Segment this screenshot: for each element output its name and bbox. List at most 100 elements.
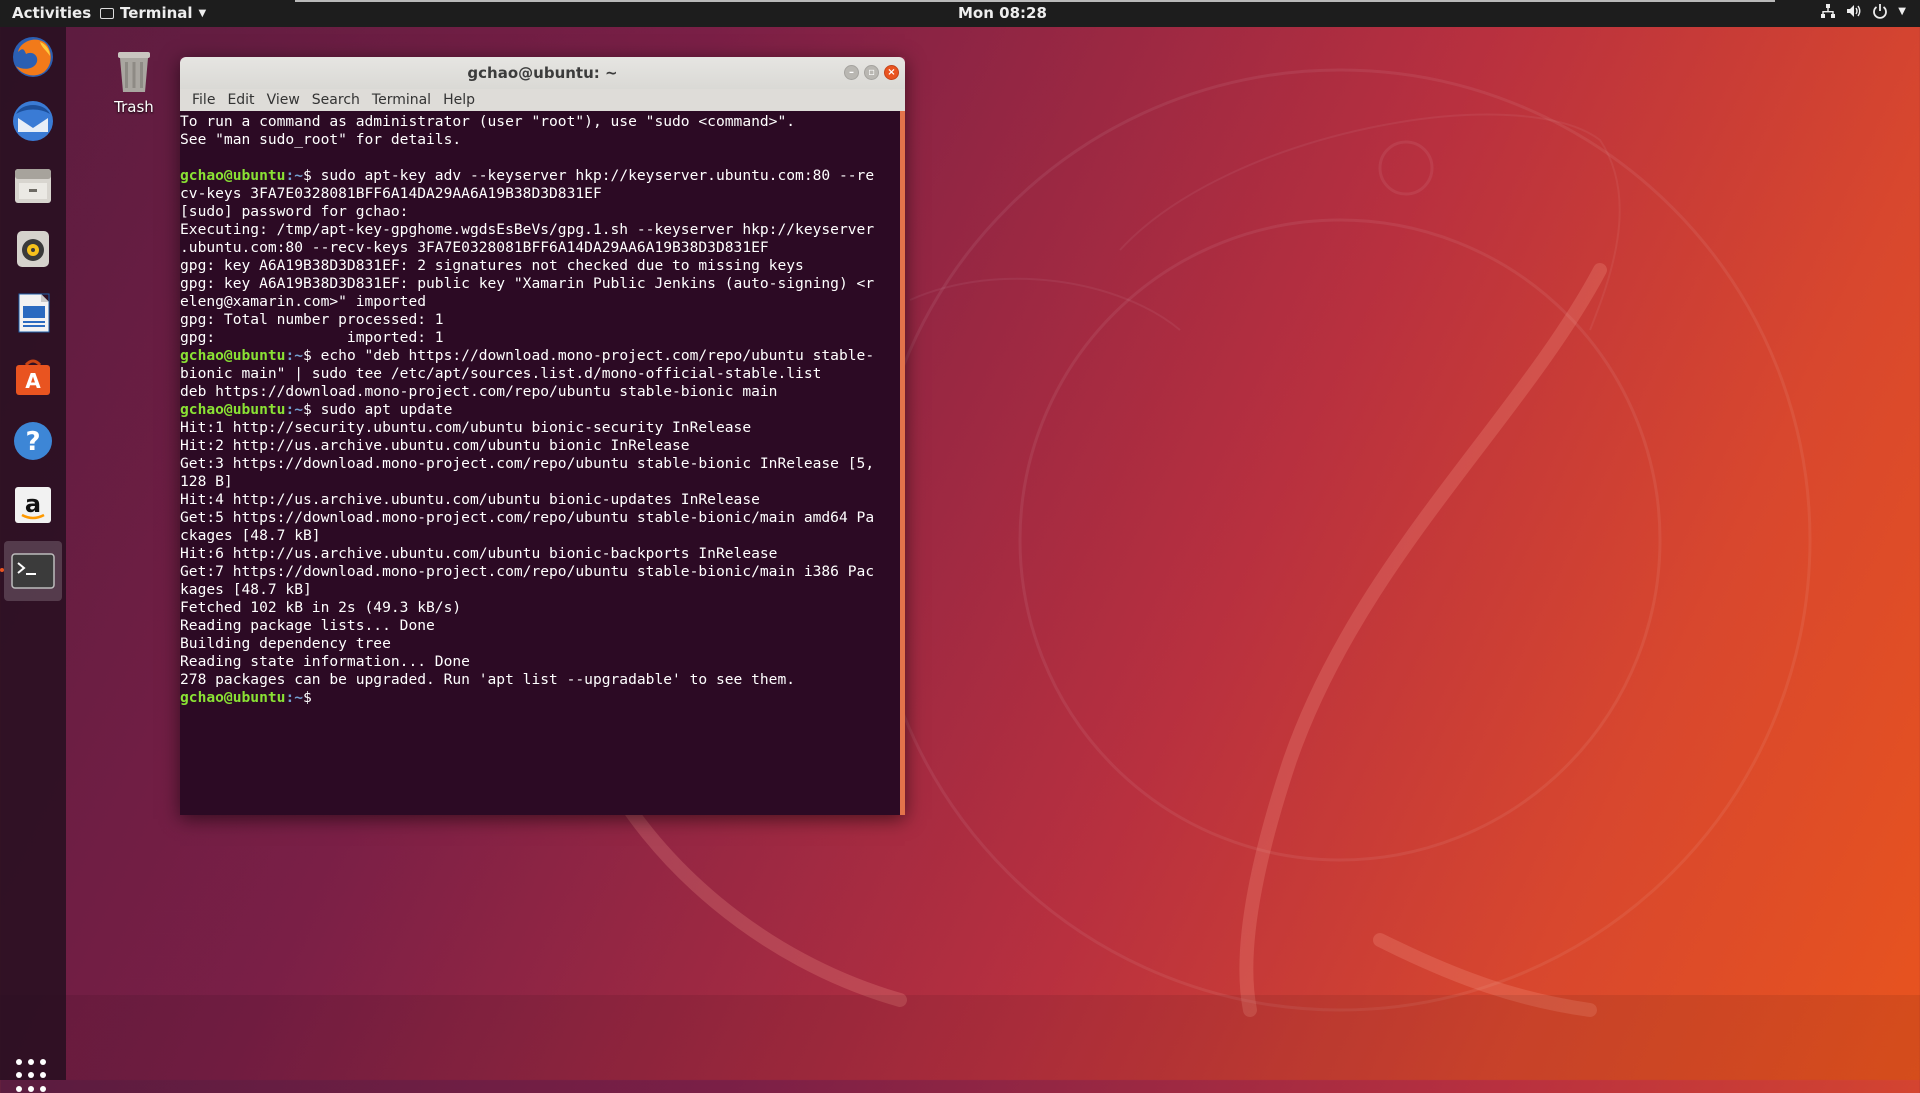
prompt-user: gchao@ubuntu (180, 167, 286, 184)
top-bar-accent-line (295, 0, 1775, 2)
terminal-output-line: Reading package lists... Done (180, 617, 435, 634)
terminal-output-line: Fetched 102 kB in 2s (49.3 kB/s) (180, 599, 462, 616)
dock-thunderbird[interactable] (9, 97, 57, 145)
terminal-command-line: gchao@ubuntu:~$ sudo apt-key adv --keyse… (180, 167, 905, 185)
software-center-icon: A (16, 359, 50, 395)
terminal-output-line: Hit:4 http://us.archive.ubuntu.com/ubunt… (180, 491, 760, 508)
menu-view[interactable]: View (261, 92, 306, 108)
terminal-window[interactable]: gchao@ubuntu: ~ – ▫ × File Edit View Sea… (180, 57, 905, 815)
terminal-output-line: bionic main" | sudo tee /etc/apt/sources… (180, 365, 822, 382)
system-tray[interactable]: ▼ (1820, 3, 1906, 19)
terminal-output-line: Get:5 https://download.mono-project.com/… (180, 509, 875, 526)
terminal-output[interactable]: To run a command as administrator (user … (180, 111, 905, 815)
terminal-output-line: Reading state information... Done (180, 653, 470, 670)
terminal-output-line: Hit:2 http://us.archive.ubuntu.com/ubunt… (180, 437, 690, 454)
terminal-text: To run a command as administrator (user … (180, 111, 905, 707)
dock: A ? a (0, 27, 66, 1092)
dock-libreoffice-writer[interactable] (9, 289, 57, 337)
grid-dot-icon (40, 1085, 46, 1092)
menu-terminal[interactable]: Terminal (366, 92, 437, 108)
command-text: $ (303, 689, 321, 706)
prompt-path: :~ (285, 689, 304, 706)
window-title: gchao@ubuntu: ~ (467, 64, 618, 82)
menu-help[interactable]: Help (437, 92, 481, 108)
rhythmbox-icon (17, 231, 49, 267)
firefox-icon (13, 37, 53, 77)
terminal-output-line: Get:7 https://download.mono-project.com/… (180, 563, 875, 580)
app-menu[interactable]: Terminal ▼ (100, 4, 206, 22)
dock-files[interactable] (9, 161, 57, 209)
thunderbird-icon (13, 101, 53, 141)
terminal-output-line: gpg: key A6A19B38D3D831EF: 2 signatures … (180, 257, 804, 274)
terminal-output-line: gpg: imported: 1 (180, 329, 444, 346)
help-icon: ? (14, 422, 52, 460)
terminal-output-line: 128 B] (180, 473, 233, 490)
chevron-down-icon: ▼ (1898, 5, 1906, 17)
grid-dot-icon (16, 1059, 22, 1065)
terminal-command-line: gchao@ubuntu:~$ (180, 689, 905, 707)
activities-button[interactable]: Activities (12, 4, 91, 22)
prompt-user: gchao@ubuntu (180, 347, 286, 364)
trash-label: Trash (114, 98, 154, 116)
power-icon (1873, 4, 1888, 19)
clock[interactable]: Mon 08:28 (958, 4, 1047, 22)
terminal-output-line: To run a command as administrator (user … (180, 113, 796, 130)
running-indicator (0, 568, 4, 572)
terminal-output-line: ckages [48.7 kB] (180, 527, 321, 544)
terminal-output-line: cv-keys 3FA7E0328081BFF6A14DA29AA6A19B38… (180, 185, 602, 202)
terminal-output-line: Hit:1 http://security.ubuntu.com/ubuntu … (180, 419, 752, 436)
maximize-button[interactable]: ▫ (864, 65, 879, 80)
menu-search[interactable]: Search (306, 92, 366, 108)
terminal-icon (11, 553, 55, 589)
top-bar: Activities Terminal ▼ Mon 08:28 ▼ (0, 0, 1920, 27)
terminal-output-line: Building dependency tree (180, 635, 391, 652)
svg-text:A: A (25, 369, 41, 393)
terminal-output-line: Hit:6 http://us.archive.ubuntu.com/ubunt… (180, 545, 778, 562)
dock-help[interactable]: ? (9, 417, 57, 465)
close-button[interactable]: × (884, 65, 899, 80)
terminal-output-line: Executing: /tmp/apt-key-gpghome.wgdsEsBe… (180, 221, 875, 238)
chevron-down-icon: ▼ (198, 7, 207, 19)
prompt-path: :~ (285, 347, 304, 364)
prompt-path: :~ (285, 401, 304, 418)
grid-dot-icon (40, 1059, 46, 1065)
terminal-scrollbar[interactable] (900, 111, 905, 815)
amazon-icon: a (15, 487, 51, 523)
terminal-output-line: 278 packages can be upgraded. Run 'apt l… (180, 671, 796, 688)
app-menu-label: Terminal (120, 4, 193, 22)
svg-text:a: a (25, 490, 41, 518)
terminal-output-line: gpg: key A6A19B38D3D831EF: public key "X… (180, 275, 875, 292)
grid-dot-icon (28, 1085, 34, 1092)
terminal-output-line: eleng@xamarin.com>" imported (180, 293, 427, 310)
volume-icon (1847, 5, 1861, 17)
dock-firefox[interactable] (9, 33, 57, 81)
desktop-trash[interactable]: Trash (106, 44, 162, 116)
terminal-command-line: gchao@ubuntu:~$ sudo apt update (180, 401, 905, 419)
command-text: $ sudo apt update (303, 401, 453, 418)
svg-text:?: ? (25, 427, 40, 457)
terminal-menubar: File Edit View Search Terminal Help (180, 89, 905, 111)
command-text: $ sudo apt-key adv --keyserver hkp://key… (303, 167, 875, 184)
show-applications-button[interactable] (16, 1059, 50, 1093)
dock-rhythmbox[interactable] (9, 225, 57, 273)
dock-ubuntu-software[interactable]: A (9, 353, 57, 401)
terminal-output-line: deb https://download.mono-project.com/re… (180, 383, 778, 400)
grid-dot-icon (28, 1072, 34, 1079)
grid-dot-icon (16, 1072, 22, 1079)
terminal-app-icon (100, 7, 114, 19)
menu-file[interactable]: File (186, 92, 221, 108)
minimize-button[interactable]: – (844, 65, 859, 80)
terminal-command-line: gchao@ubuntu:~$ echo "deb https://downlo… (180, 347, 905, 365)
writer-icon (18, 293, 50, 333)
dock-amazon[interactable]: a (9, 481, 57, 529)
trash-icon (118, 52, 150, 92)
dock-terminal[interactable] (4, 541, 62, 601)
window-controls: – ▫ × (844, 65, 899, 80)
grid-dot-icon (40, 1072, 46, 1079)
menu-edit[interactable]: Edit (221, 92, 260, 108)
window-titlebar[interactable]: gchao@ubuntu: ~ – ▫ × (180, 57, 905, 89)
files-icon (15, 169, 51, 203)
grid-dot-icon (28, 1059, 34, 1065)
network-icon (1821, 4, 1836, 18)
